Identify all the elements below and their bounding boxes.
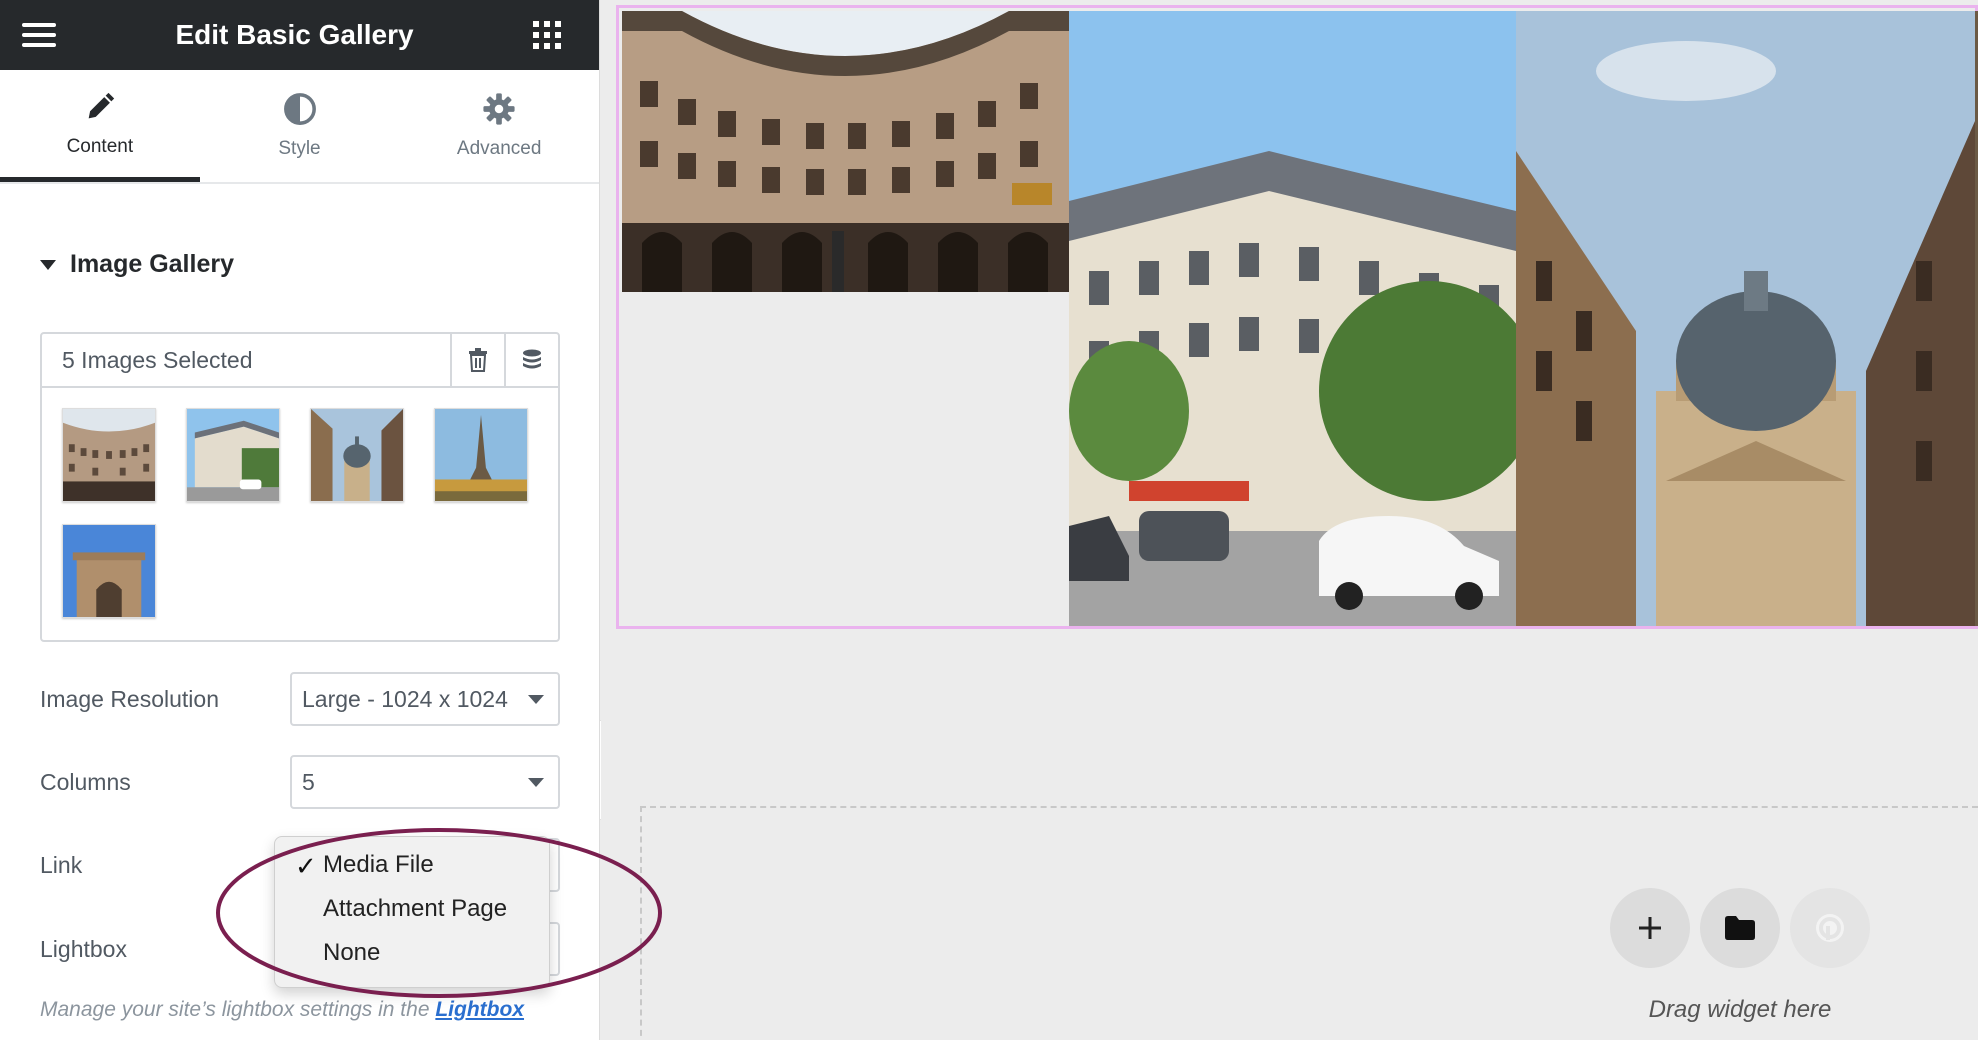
link-label: Link xyxy=(40,852,83,878)
plugin-button[interactable] xyxy=(1790,888,1870,968)
drag-widget-hint: Drag widget here xyxy=(1648,996,1832,1023)
link-options-dropdown: ✓ Media File Attachment Page None xyxy=(274,836,550,988)
lightbox-note-text: Manage your site’s lightbox settings in … xyxy=(40,998,430,1021)
contrast-icon xyxy=(283,93,316,125)
panel-title: Edit Basic Gallery xyxy=(175,19,414,50)
editor-panel: Edit Basic Gallery Content Style Advance… xyxy=(0,0,600,1040)
gear-icon xyxy=(483,93,515,125)
gallery-control-header: 5 Images Selected xyxy=(42,334,558,388)
link-option-label: Attachment Page xyxy=(323,895,508,922)
image-resolution-select[interactable]: Large - 1024 x 1024 xyxy=(290,672,560,726)
folder-icon xyxy=(1725,916,1755,940)
panel-tabs: Content Style Advanced xyxy=(0,70,599,184)
image-resolution-value: Large - 1024 x 1024 xyxy=(302,685,508,712)
tab-advanced-label: Advanced xyxy=(456,138,542,159)
thumbnail-paris-street-corner[interactable] xyxy=(186,408,280,502)
section-image-gallery[interactable]: Image Gallery xyxy=(40,250,234,279)
tab-style-label: Style xyxy=(278,138,321,159)
link-option-media-file[interactable]: ✓ Media File xyxy=(275,843,549,887)
thumbnail-arc-de-triomphe[interactable] xyxy=(62,524,156,618)
gallery-image-paris-street-corner[interactable] xyxy=(1069,11,1516,626)
thumbnail-pantheon-street[interactable] xyxy=(310,408,404,502)
database-icon xyxy=(523,349,541,369)
columns-select[interactable]: 5 xyxy=(290,755,560,809)
link-option-label: Media File xyxy=(323,851,434,878)
link-option-attachment-page[interactable]: Attachment Page xyxy=(275,887,549,931)
tab-advanced[interactable]: Advanced xyxy=(399,70,599,182)
columns-value: 5 xyxy=(302,768,315,795)
plugin-icon xyxy=(1816,914,1844,942)
tab-content[interactable]: Content xyxy=(0,70,200,182)
add-section-button[interactable] xyxy=(1610,888,1690,968)
link-option-none[interactable]: None xyxy=(275,931,549,975)
chevron-down-icon xyxy=(528,695,544,704)
menu-icon[interactable] xyxy=(22,23,56,47)
section-title-label: Image Gallery xyxy=(70,250,234,278)
panel-header: Edit Basic Gallery xyxy=(0,0,599,70)
lightbox-settings-link[interactable]: Lightbox xyxy=(435,998,524,1021)
widgets-grid-icon[interactable] xyxy=(532,21,561,49)
basic-gallery-widget[interactable] xyxy=(616,5,1978,629)
delete-gallery-button[interactable] xyxy=(450,334,504,386)
images-selected-count[interactable]: 5 Images Selected xyxy=(42,347,450,374)
thumbnail-grid xyxy=(62,408,542,618)
thumbnail-eiffel-tower[interactable] xyxy=(434,408,528,502)
caret-down-icon xyxy=(40,259,56,270)
gallery-image-courtyard-building[interactable] xyxy=(622,11,1069,292)
link-option-label: None xyxy=(323,939,381,966)
gallery-image-pantheon-street[interactable] xyxy=(1516,11,1975,626)
tab-style[interactable]: Style xyxy=(200,70,400,182)
columns-label: Columns xyxy=(40,769,131,795)
lightbox-settings-note: Manage your site’s lightbox settings in … xyxy=(40,998,524,1022)
checkmark-icon: ✓ xyxy=(295,851,317,881)
chevron-down-icon xyxy=(528,778,544,787)
gallery-control: 5 Images Selected xyxy=(40,332,560,642)
lightbox-label: Lightbox xyxy=(40,936,127,962)
thumbnail-courtyard-building[interactable] xyxy=(62,408,156,502)
image-resolution-label: Image Resolution xyxy=(40,686,219,712)
add-template-button[interactable] xyxy=(1700,888,1780,968)
tab-content-label: Content xyxy=(66,135,134,157)
add-icon xyxy=(1639,917,1661,939)
trash-icon xyxy=(469,348,487,372)
dynamic-tags-button[interactable] xyxy=(504,334,558,386)
pencil-icon xyxy=(88,92,114,118)
